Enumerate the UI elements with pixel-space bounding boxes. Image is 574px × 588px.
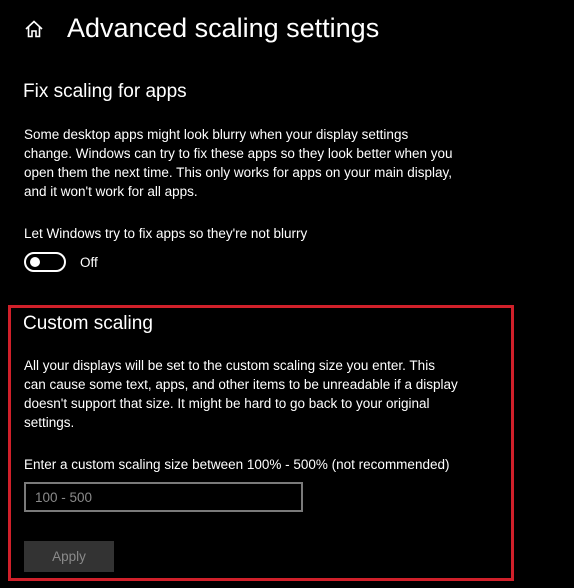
- apply-button[interactable]: Apply: [24, 541, 114, 572]
- custom-scaling-input[interactable]: [24, 482, 303, 512]
- fix-scaling-description-line: change. Windows can try to fix these app…: [24, 146, 453, 161]
- fix-apps-toggle-label: Let Windows try to fix apps so they're n…: [24, 226, 308, 241]
- fix-scaling-description-line: Some desktop apps might look blurry when…: [24, 127, 409, 142]
- fix-scaling-title: Fix scaling for apps: [23, 81, 187, 102]
- custom-scaling-description: All your displays will be set to the cus…: [24, 356, 458, 432]
- page-title: Advanced scaling settings: [67, 13, 380, 43]
- custom-scaling-description-line: doesn't support that size. It might be h…: [24, 396, 430, 411]
- custom-scaling-title: Custom scaling: [23, 313, 153, 334]
- toggle-knob: [30, 257, 40, 267]
- custom-scaling-highlight-box: [8, 305, 514, 581]
- custom-scaling-description-line: settings.: [24, 415, 75, 430]
- home-icon[interactable]: [24, 19, 44, 39]
- toggle-state-label: Off: [80, 255, 98, 270]
- custom-scaling-description-line: can cause some text, apps, and other ite…: [24, 377, 458, 392]
- fix-scaling-description-line: and it won't work for all apps.: [24, 184, 198, 199]
- fix-scaling-description-line: open them the next time. This only works…: [24, 165, 452, 180]
- custom-scaling-input-label: Enter a custom scaling size between 100%…: [24, 457, 450, 472]
- custom-scaling-description-line: All your displays will be set to the cus…: [24, 358, 435, 373]
- fix-scaling-description: Some desktop apps might look blurry when…: [24, 125, 453, 201]
- fix-apps-toggle[interactable]: [24, 252, 66, 272]
